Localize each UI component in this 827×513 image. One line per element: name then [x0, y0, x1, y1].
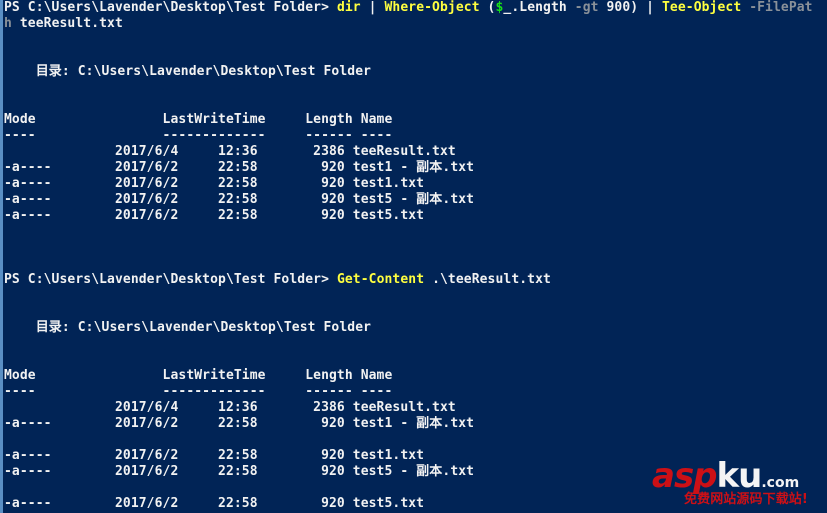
prompt-prefix: PS: [4, 0, 28, 15]
param-filepath-part1: -FilePat: [741, 0, 813, 15]
pipe-operator-2: |: [638, 0, 662, 15]
table-row: 2017/6/4 12:36 2386 teeResult.txt: [4, 400, 456, 415]
command-line-1[interactable]: PS C:\Users\Lavender\Desktop\Test Folder…: [4, 0, 827, 16]
table-header-1: Mode LastWriteTime Length Name: [4, 112, 393, 127]
table-row: -a---- 2017/6/2 22:58 920 test5.txt: [4, 208, 425, 223]
open-paren: (: [479, 0, 496, 15]
table-header-2: Mode LastWriteTime Length Name: [4, 368, 393, 383]
operator-gt: -gt: [566, 0, 607, 15]
table-row: -a---- 2017/6/2 22:58 920 test5 - 副本.txt: [4, 464, 475, 479]
table-row: 2017/6/4 12:36 2386 teeResult.txt: [4, 144, 456, 159]
powershell-console-window[interactable]: PS C:\Users\Lavender\Desktop\Test Folder…: [0, 0, 827, 513]
param-filepath-part2: h: [4, 16, 12, 31]
table-row: -a---- 2017/6/2 22:58 920 test1 - 副本.txt: [4, 416, 475, 431]
get-content-argument: .\teeResult.txt: [424, 272, 551, 287]
command-line-2[interactable]: PS C:\Users\Lavender\Desktop\Test Folder…: [4, 272, 827, 288]
table-separator-2: ---- ------------- ------ ----: [4, 384, 393, 399]
table-separator-1: ---- ------------- ------ ----: [4, 128, 393, 143]
prompt-prefix: PS: [4, 272, 28, 287]
table-row: -a---- 2017/6/2 22:58 920 test1 - 副本.txt: [4, 160, 475, 175]
table-row: -a---- 2017/6/2 22:58 920 test5.txt: [4, 496, 425, 511]
directory-header-1: 目录: C:\Users\Lavender\Desktop\Test Folde…: [4, 64, 372, 79]
cmdlet-tee-object: Tee-Object: [661, 0, 742, 15]
console-output-buffer[interactable]: PS C:\Users\Lavender\Desktop\Test Folder…: [4, 0, 827, 512]
prompt-suffix: >: [321, 272, 337, 287]
cmdlet-get-content: Get-Content: [336, 272, 425, 287]
param-filepath-value: teeResult.txt: [11, 16, 123, 31]
prompt-path: C:\Users\Lavender\Desktop\Test Folder: [27, 0, 322, 15]
table-row: -a---- 2017/6/2 22:58 920 test1.txt: [4, 448, 425, 463]
cmdlet-where-object: Where-Object: [384, 0, 480, 15]
property-length: _.Length: [503, 0, 567, 15]
pipe-operator-1: |: [360, 0, 385, 15]
directory-header-2: 目录: C:\Users\Lavender\Desktop\Test Folde…: [4, 320, 372, 335]
command-line-1-wrap[interactable]: h teeResult.txt: [4, 16, 827, 32]
cmdlet-dir: dir: [336, 0, 361, 15]
prompt-path: C:\Users\Lavender\Desktop\Test Folder: [27, 272, 322, 287]
table-row: -a---- 2017/6/2 22:58 920 test1.txt: [4, 176, 425, 191]
value-900-close-paren: 900): [606, 0, 639, 15]
table-row: -a---- 2017/6/2 22:58 920 test5 - 副本.txt: [4, 192, 475, 207]
prompt-suffix: >: [321, 0, 337, 15]
window-left-edge: [0, 0, 3, 513]
